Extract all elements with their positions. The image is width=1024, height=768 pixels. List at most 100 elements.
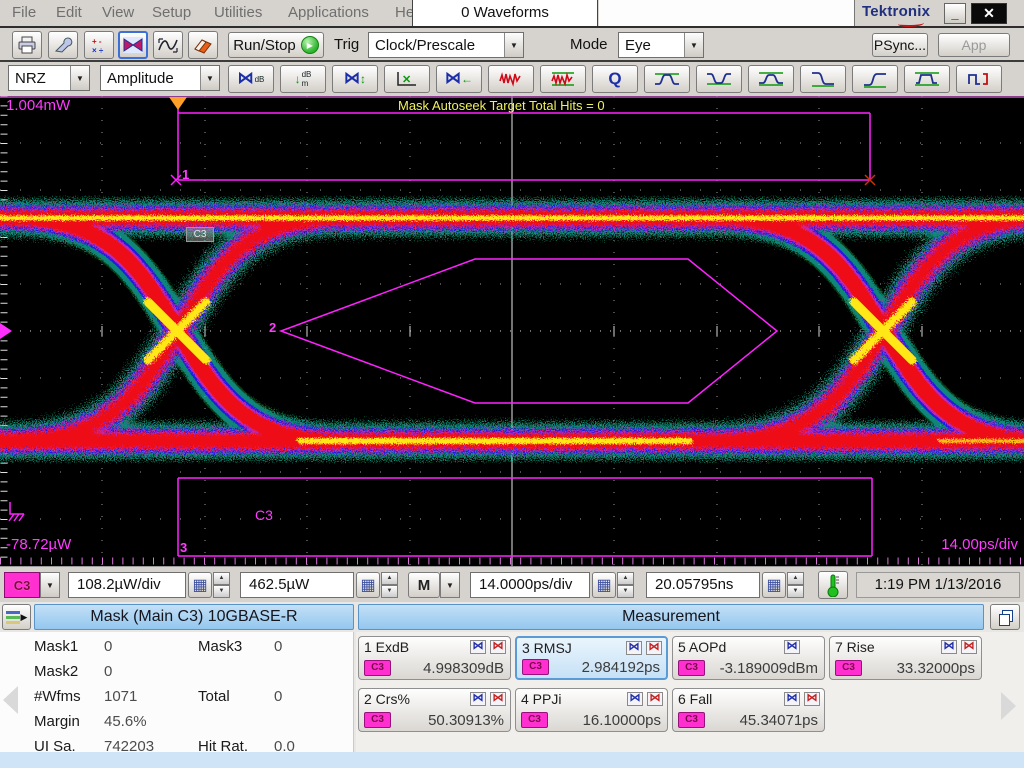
- measurement-tile-rise[interactable]: 7 Rise C3 33.32000ps: [829, 636, 982, 680]
- mode-select[interactable]: Eye: [618, 32, 704, 58]
- chevron-down-icon[interactable]: [70, 66, 89, 90]
- horizontal-scale-keypad-icon[interactable]: [592, 572, 616, 598]
- mask-eye-icon-blue[interactable]: [470, 640, 486, 654]
- vertical-offset-spinner[interactable]: [381, 572, 398, 598]
- signal-type-select[interactable]: NRZ: [8, 65, 90, 91]
- menu-file[interactable]: File: [6, 0, 42, 26]
- measurement-tile-rmsj[interactable]: 3 RMSJ C3 2.984192ps: [515, 636, 668, 680]
- vertical-offset-keypad-icon[interactable]: [356, 572, 380, 598]
- extinction-ratio-db-icon[interactable]: ⋈dB: [228, 65, 274, 93]
- panel-menu-button[interactable]: ▶: [2, 604, 31, 630]
- mask-eye-icon-blue[interactable]: [626, 641, 642, 655]
- stat-value: 0: [104, 663, 112, 680]
- channel-ghost-badge: C3: [186, 227, 214, 242]
- channel-position-marker[interactable]: [0, 323, 12, 339]
- overshoot-icon[interactable]: [644, 65, 690, 93]
- fall-time-icon[interactable]: [800, 65, 846, 93]
- setup-dialogs-icon[interactable]: [48, 31, 78, 59]
- menu-edit[interactable]: Edit: [50, 0, 88, 26]
- mask-eye-icon-red[interactable]: [490, 692, 506, 706]
- measurement-tile-exdb[interactable]: 1 ExdB C3 4.998309dB: [358, 636, 511, 680]
- menu-view[interactable]: View: [96, 0, 140, 26]
- spin-up-icon[interactable]: [617, 572, 634, 585]
- thermometer-icon[interactable]: [818, 571, 848, 599]
- crossing-percent-icon[interactable]: ✕: [384, 65, 430, 93]
- pulse-width-icon[interactable]: [904, 65, 950, 93]
- vertical-scale-spinner[interactable]: [213, 572, 230, 598]
- popout-window-icon[interactable]: [990, 604, 1020, 630]
- measurement-tile-aopd[interactable]: 5 AOPd C3 -3.189009dBm: [672, 636, 825, 680]
- menu-utilities[interactable]: Utilities: [208, 0, 268, 26]
- pager-right-arrow[interactable]: [1001, 692, 1016, 720]
- eye-height-icon[interactable]: [748, 65, 794, 93]
- mask-eye-icon-blue[interactable]: [470, 692, 486, 706]
- spin-down-icon[interactable]: [213, 585, 230, 598]
- measurement-tile-fall[interactable]: 6 Fall C3 45.34071ps: [672, 688, 825, 732]
- chevron-down-icon[interactable]: [200, 66, 219, 90]
- mask-eye-icon-red[interactable]: [961, 640, 977, 654]
- trigger-position-marker[interactable]: [169, 97, 187, 110]
- spin-down-icon[interactable]: [787, 585, 804, 598]
- psync-button[interactable]: PSync...: [872, 33, 928, 57]
- mask-eye-icon-blue[interactable]: [784, 640, 800, 654]
- vertical-scale-keypad-icon[interactable]: [188, 572, 212, 598]
- close-button[interactable]: ✕: [971, 3, 1007, 24]
- jitter-rms-icon[interactable]: [540, 65, 586, 93]
- eye-amplitude-icon[interactable]: ⋈↕: [332, 65, 378, 93]
- horizontal-scale-spinner[interactable]: [617, 572, 634, 598]
- q-factor-icon[interactable]: Q: [592, 65, 638, 93]
- mask-eye-icon-red[interactable]: [490, 640, 506, 654]
- meas-category-select[interactable]: Amplitude: [100, 65, 220, 91]
- spin-down-icon[interactable]: [617, 585, 634, 598]
- mask-eye-icon-blue[interactable]: [627, 692, 643, 706]
- mask-eye-icon-red[interactable]: [804, 692, 820, 706]
- mask-eye-icon-red[interactable]: [646, 641, 662, 655]
- horizontal-position-field[interactable]: 20.05795ns: [646, 572, 760, 598]
- spin-down-icon[interactable]: [381, 585, 398, 598]
- channel-select-button[interactable]: C3: [4, 572, 40, 598]
- average-optical-power-dbm-icon[interactable]: ↓dBm: [280, 65, 326, 93]
- mask-eye-icon-red[interactable]: [647, 692, 663, 706]
- waveform-measure-icon[interactable]: [153, 31, 183, 59]
- eye-width-icon[interactable]: ⋈←: [436, 65, 482, 93]
- mask-test-icon[interactable]: [118, 31, 148, 59]
- timebase-select-button[interactable]: M: [408, 572, 440, 598]
- chevron-down-icon[interactable]: [504, 33, 523, 57]
- bit-period-icon[interactable]: [956, 65, 1002, 93]
- chevron-down-icon[interactable]: [684, 33, 703, 57]
- mask-eye-icon-blue[interactable]: [784, 692, 800, 706]
- undershoot-icon[interactable]: [696, 65, 742, 93]
- vertical-offset-field[interactable]: 462.5µW: [240, 572, 354, 598]
- timebase-chevron-down-icon[interactable]: [440, 572, 460, 598]
- stat-value: 0: [274, 688, 282, 705]
- pager-left-arrow[interactable]: [3, 686, 18, 714]
- menu-setup[interactable]: Setup: [146, 0, 197, 26]
- app-button[interactable]: App: [938, 33, 1010, 57]
- mask1-label: 1: [182, 167, 189, 182]
- vertical-scale-field[interactable]: 108.2µW/div: [68, 572, 186, 598]
- jitter-pp-icon[interactable]: [488, 65, 534, 93]
- mask-panel-header[interactable]: Mask (Main C3) 10GBASE-R: [34, 604, 354, 630]
- horizontal-position-keypad-icon[interactable]: [762, 572, 786, 598]
- stat-label: Mask3: [198, 638, 242, 655]
- trigger-source-select[interactable]: Clock/Prescale: [368, 32, 524, 58]
- spin-up-icon[interactable]: [787, 572, 804, 585]
- measurement-tile-ppji[interactable]: 4 PPJi C3 16.10000ps: [515, 688, 668, 732]
- measurement-panel-header[interactable]: Measurement: [358, 604, 984, 630]
- clear-data-icon[interactable]: [188, 31, 218, 59]
- spin-up-icon[interactable]: [213, 572, 230, 585]
- measurement-tile-crs[interactable]: 2 Crs% C3 50.30913%: [358, 688, 511, 732]
- run-stop-button[interactable]: Run/Stop ▶: [228, 32, 324, 58]
- menu-applications[interactable]: Applications: [282, 0, 375, 26]
- horizontal-position-spinner[interactable]: [787, 572, 804, 598]
- math-icon[interactable]: + -× ÷: [84, 31, 114, 59]
- mask-eye-icon-blue[interactable]: [941, 640, 957, 654]
- minimize-button[interactable]: _: [944, 3, 966, 24]
- print-icon[interactable]: [12, 31, 42, 59]
- rise-time-icon[interactable]: [852, 65, 898, 93]
- channel-chevron-down-icon[interactable]: [40, 572, 60, 598]
- spin-up-icon[interactable]: [381, 572, 398, 585]
- tile-value: 33.32000ps: [897, 660, 975, 677]
- tile-label: 2 Crs%: [364, 691, 410, 707]
- horizontal-scale-field[interactable]: 14.0000ps/div: [470, 572, 590, 598]
